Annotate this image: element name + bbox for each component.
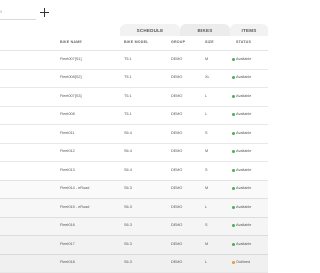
group-cell: DEMO: [171, 242, 182, 246]
table-row[interactable]: Fleet013 S6.4 DEMO S Available: [0, 161, 268, 181]
search-input[interactable]: s: [0, 9, 34, 14]
bike-name-cell: Fleet016: [60, 223, 75, 227]
table-row[interactable]: Fleet008 T5.1 DEMO L Available: [0, 106, 268, 126]
status-cell: Available: [236, 168, 251, 172]
bike-name-cell: Fleet007[S1]: [60, 57, 82, 61]
group-cell: DEMO: [171, 94, 182, 98]
table-row[interactable]: Fleet015 - eRoad S6.3 DEMO L Available: [0, 198, 268, 218]
bike-model-cell: T5.1: [124, 94, 132, 98]
bike-model-cell: T5.1: [124, 75, 132, 79]
status-cell: Available: [236, 57, 251, 61]
size-cell: S: [205, 223, 208, 227]
table-row[interactable]: Fleet007[S1] T5.1 DEMO M Available: [0, 50, 268, 70]
status-cell: Available: [236, 186, 251, 190]
size-cell: M: [205, 149, 208, 153]
size-cell: L: [205, 260, 207, 264]
plus-icon[interactable]: [40, 8, 49, 17]
group-cell: DEMO: [171, 205, 182, 209]
bike-model-cell: S6.4: [124, 168, 132, 172]
group-cell: DEMO: [171, 168, 182, 172]
status-cell: Available: [236, 112, 251, 116]
header-bike-name[interactable]: BIKE NAME: [60, 40, 82, 44]
status-cell: Available: [236, 75, 251, 79]
header-status[interactable]: STATUS: [236, 40, 251, 44]
group-cell: DEMO: [171, 223, 182, 227]
status-dot-icon: [232, 76, 235, 79]
status-dot-icon: [232, 224, 235, 227]
status-dot-icon: [232, 132, 235, 135]
tab-items[interactable]: ITEMS: [230, 24, 268, 36]
status-dot-icon: [232, 58, 235, 61]
status-dot-icon: [232, 187, 235, 190]
group-cell: DEMO: [171, 75, 182, 79]
table-row[interactable]: Fleet007[S3] T5.1 DEMO L Available: [0, 87, 268, 107]
status-cell: Available: [236, 205, 251, 209]
status-dot-icon: [232, 243, 235, 246]
group-cell: DEMO: [171, 57, 182, 61]
size-cell: L: [205, 94, 207, 98]
header-bike-model[interactable]: BIKE MODEL: [124, 40, 149, 44]
table-row[interactable]: Fleet011 S6.4 DEMO S Available: [0, 124, 268, 144]
size-cell: L: [205, 112, 207, 116]
status-dot-icon: [232, 169, 235, 172]
bike-model-cell: S6.3: [124, 186, 132, 190]
bike-model-cell: S6.3: [124, 260, 132, 264]
status-cell: Available: [236, 94, 251, 98]
bike-model-cell: S6.3: [124, 223, 132, 227]
bike-name-cell: Fleet014 - eRoad: [60, 186, 89, 190]
bike-name-cell: Fleet015 - eRoad: [60, 205, 89, 209]
table-row[interactable]: Fleet012 S6.4 DEMO M Available: [0, 143, 268, 163]
size-cell: S: [205, 168, 208, 172]
header-size[interactable]: SIZE: [205, 40, 214, 44]
header-group[interactable]: GROUP: [171, 40, 185, 44]
group-cell: DEMO: [171, 131, 182, 135]
status-cell: Available: [236, 242, 251, 246]
bike-name-cell: Fleet008: [60, 112, 75, 116]
bike-model-cell: T5.1: [124, 57, 132, 61]
status-cell: Available: [236, 149, 251, 153]
table-row[interactable]: Fleet017 S6.3 DEMO M Available: [0, 235, 268, 255]
bike-model-cell: S6.3: [124, 205, 132, 209]
table-row[interactable]: Fleet008[S2] T5.1 DEMO XL Available: [0, 69, 268, 89]
tab-bikes[interactable]: BIKES: [180, 24, 230, 36]
bike-name-cell: Fleet017: [60, 242, 75, 246]
bike-model-cell: S6.4: [124, 149, 132, 153]
size-cell: M: [205, 242, 208, 246]
tab-schedule[interactable]: SCHEDULE: [120, 24, 180, 36]
table-row[interactable]: Fleet014 - eRoad S6.3 DEMO M Available: [0, 180, 268, 200]
size-cell: M: [205, 57, 208, 61]
table-row[interactable]: Fleet018 S6.3 DEMO L Outlined: [0, 254, 268, 273]
status-dot-icon: [232, 150, 235, 153]
status-dot-icon: [232, 95, 235, 98]
bike-name-cell: Fleet008[S2]: [60, 75, 82, 79]
bike-name-cell: Fleet007[S3]: [60, 94, 82, 98]
table-header: BIKE NAME BIKE MODEL GROUP SIZE STATUS: [0, 36, 268, 51]
group-cell: DEMO: [171, 149, 182, 153]
status-dot-icon: [232, 261, 235, 264]
size-cell: XL: [205, 75, 210, 79]
status-cell: Available: [236, 131, 251, 135]
bike-name-cell: Fleet011: [60, 131, 75, 135]
group-cell: DEMO: [171, 112, 182, 116]
group-cell: DEMO: [171, 186, 182, 190]
status-cell: Outlined: [236, 260, 250, 264]
bike-name-cell: Fleet012: [60, 149, 75, 153]
bike-model-cell: T5.1: [124, 112, 132, 116]
bike-name-cell: Fleet018: [60, 260, 75, 264]
status-cell: Available: [236, 223, 251, 227]
search-underline: [0, 19, 36, 20]
size-cell: L: [205, 205, 207, 209]
bike-name-cell: Fleet013: [60, 168, 75, 172]
size-cell: S: [205, 131, 208, 135]
status-dot-icon: [232, 206, 235, 209]
group-cell: DEMO: [171, 260, 182, 264]
size-cell: M: [205, 186, 208, 190]
bike-model-cell: S6.4: [124, 131, 132, 135]
tab-bar: SCHEDULE BIKES ITEMS: [120, 24, 268, 36]
table-row[interactable]: Fleet016 S6.3 DEMO S Available: [0, 217, 268, 237]
bike-model-cell: S6.3: [124, 242, 132, 246]
status-dot-icon: [232, 113, 235, 116]
